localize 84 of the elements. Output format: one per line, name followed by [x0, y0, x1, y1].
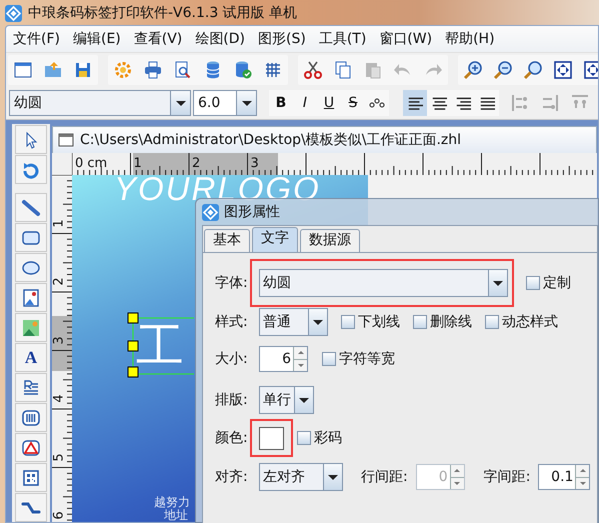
ruler-label: 2 [192, 157, 200, 170]
menu-item[interactable]: 帮助(H) [445, 29, 495, 49]
checkbox[interactable] [526, 276, 540, 290]
number-spinner[interactable]: 0.1 [538, 464, 590, 490]
barcode-icon[interactable] [21, 408, 41, 428]
menu-item[interactable]: 绘图(D) [195, 29, 245, 49]
ruler-label: 0 cm [75, 157, 108, 170]
fit-icon[interactable] [583, 60, 598, 80]
field-label: 大小: [215, 350, 249, 368]
menu-item[interactable]: 编辑(E) [72, 29, 121, 49]
font-size-combo[interactable]: 6.0 [193, 90, 257, 116]
menu-item[interactable]: 窗口(W) [379, 29, 432, 49]
menu-item[interactable]: 文件(F) [13, 29, 60, 49]
picture-icon[interactable] [21, 318, 41, 338]
qr-code-icon[interactable] [21, 468, 41, 488]
field-label: 行间距: [361, 468, 408, 486]
character-spacing-icon[interactable] [369, 97, 385, 109]
ruler-label: 2 [52, 277, 66, 286]
checkbox-label: 下划线 [358, 313, 400, 331]
app-logo-icon [5, 4, 22, 22]
ruler-label: 6 [52, 511, 66, 520]
checkbox-label: 定制 [543, 274, 571, 292]
checkbox-label: 删除线 [430, 313, 472, 331]
tab[interactable]: 文字 [252, 227, 298, 252]
ruler-label: 4 [52, 394, 66, 403]
field-label: 字间距: [484, 468, 530, 486]
line-icon[interactable] [21, 198, 41, 218]
color-swatch[interactable] [259, 426, 284, 450]
checkbox[interactable] [341, 315, 355, 329]
checkbox-label: 字符等宽 [339, 350, 395, 368]
zoom-in-icon[interactable] [463, 60, 483, 80]
image-icon[interactable] [21, 288, 41, 308]
fit-icon[interactable] [553, 60, 573, 80]
layout-combo[interactable]: 单行 [259, 386, 314, 414]
selection-frame[interactable] [127, 312, 194, 378]
window-icon [58, 132, 74, 148]
align-left-button[interactable] [403, 90, 427, 116]
style-combo[interactable]: 普通 [259, 308, 328, 336]
dialog-icon [202, 204, 219, 220]
ruler-label: 1 [52, 218, 66, 228]
field-label: 字体: [215, 274, 249, 292]
align-combo[interactable]: 左对齐 [259, 463, 343, 491]
magnifier-icon[interactable] [523, 60, 543, 80]
field-label: 排版: [215, 391, 249, 409]
ruler-label: 1 [134, 157, 142, 170]
italic-button[interactable]: I [293, 90, 317, 116]
motto-text[interactable]: 越努力 [154, 496, 190, 509]
printer-icon[interactable] [143, 60, 163, 80]
grid-icon[interactable] [263, 60, 283, 80]
checkbox-label: 动态样式 [502, 313, 558, 331]
dialog-title: 图形属性 [224, 203, 280, 221]
number-spinner[interactable]: 6 [259, 346, 308, 372]
checkbox[interactable] [413, 315, 427, 329]
save-icon[interactable] [73, 60, 93, 80]
copy-icon[interactable] [333, 60, 353, 80]
address-text[interactable]: 地址 [164, 509, 188, 521]
field-label: 颜色: [215, 429, 249, 447]
checkbox[interactable] [485, 315, 499, 329]
window-icon[interactable] [13, 60, 33, 80]
menu-item[interactable]: 查看(V) [134, 29, 182, 49]
ruler-label: 3 [250, 157, 259, 170]
rich-text-icon[interactable] [21, 378, 41, 398]
ruler-label: 3 [52, 336, 66, 344]
document-title: C:\Users\Administrator\Desktop\模板类似\工作证正面.zhl [80, 131, 462, 149]
checkbox[interactable] [322, 352, 336, 366]
tab[interactable]: 数据源 [300, 229, 360, 252]
database-check-icon[interactable] [233, 60, 253, 80]
strike-button[interactable]: S [341, 90, 365, 116]
ruler-label: 5 [52, 452, 66, 462]
scissors-icon[interactable] [303, 60, 323, 80]
menu-item[interactable]: 图形(S) [258, 29, 306, 49]
underline-button[interactable]: U [317, 90, 341, 116]
checkbox-label: 彩码 [314, 429, 342, 447]
zoom-out-icon[interactable] [493, 60, 513, 80]
tab[interactable]: 基本 [204, 229, 250, 252]
bold-button[interactable]: B [269, 90, 293, 116]
menu-item[interactable]: 工具(T) [318, 29, 366, 49]
app-title: 中琅条码标签打印软件-V6.1.3 试用版 单机 [28, 4, 298, 22]
print-preview-icon[interactable] [173, 60, 193, 80]
font-combo[interactable]: 幼圆 [259, 269, 508, 297]
font-combo[interactable]: 幼圆 [9, 90, 191, 116]
field-label: 样式: [215, 313, 249, 331]
field-label: 对齐: [215, 468, 249, 486]
checkbox[interactable] [297, 431, 311, 445]
